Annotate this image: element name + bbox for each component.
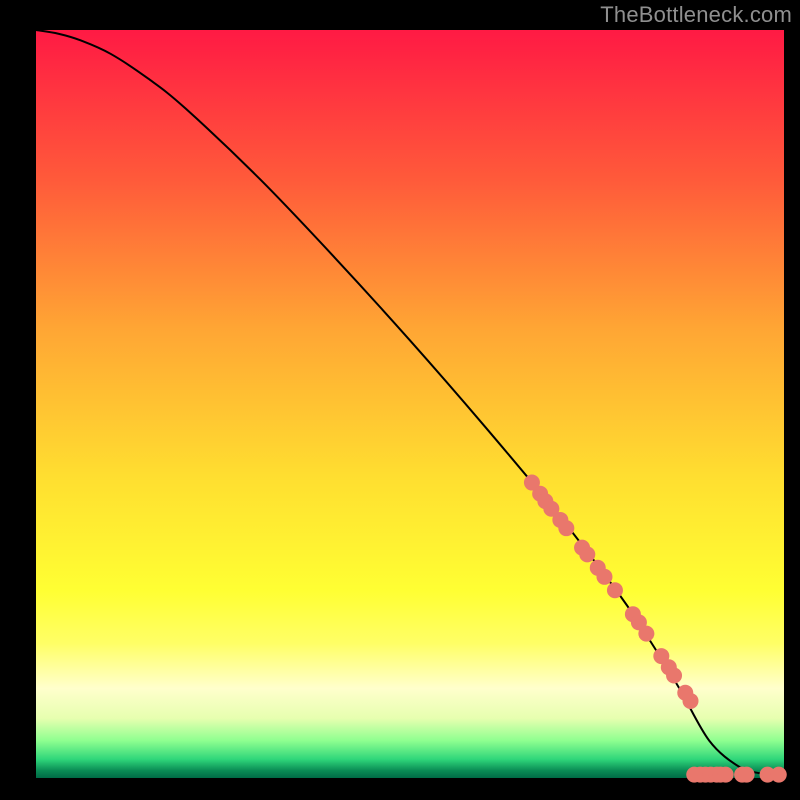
data-marker bbox=[718, 767, 734, 783]
data-marker bbox=[771, 767, 787, 783]
data-marker bbox=[739, 767, 755, 783]
data-marker bbox=[683, 693, 699, 709]
data-marker bbox=[558, 520, 574, 536]
data-marker bbox=[607, 582, 623, 598]
data-marker bbox=[638, 626, 654, 642]
chart-stage: TheBottleneck.com bbox=[0, 0, 800, 800]
marker-group bbox=[524, 475, 787, 783]
data-marker bbox=[596, 569, 612, 585]
data-marker bbox=[579, 546, 595, 562]
watermark-text: TheBottleneck.com bbox=[600, 2, 792, 28]
plot-overlay bbox=[36, 30, 784, 778]
data-marker bbox=[666, 668, 682, 684]
plot-frame bbox=[36, 30, 784, 778]
